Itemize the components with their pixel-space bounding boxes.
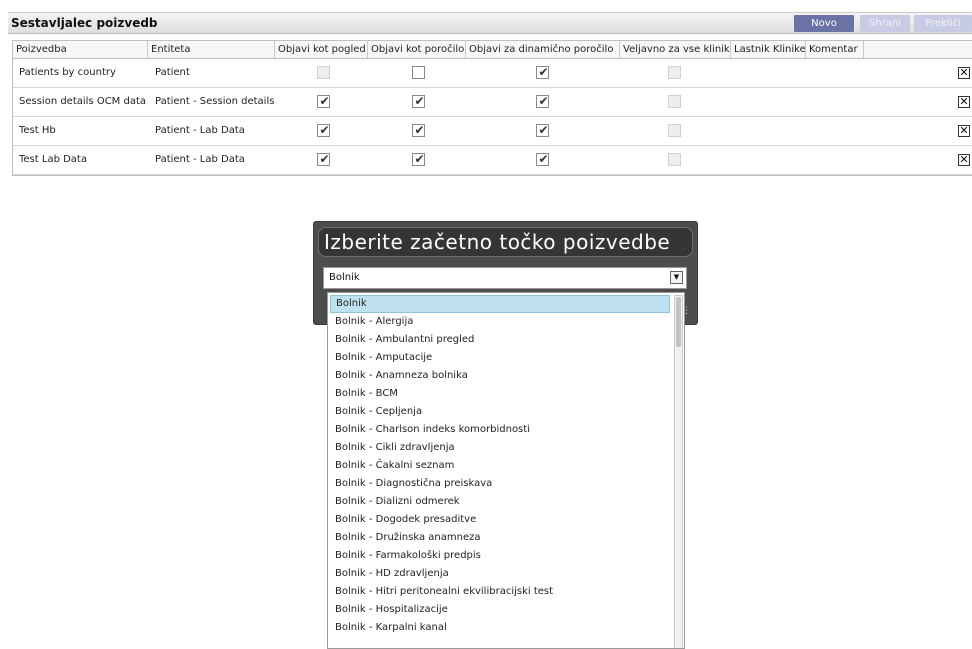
checkbox-all-clinics [668, 66, 681, 79]
query-name-cell[interactable]: Patients by country [19, 59, 116, 87]
column-header-all-clinics[interactable]: Veljavno za vse klinike [620, 41, 731, 58]
delete-row-icon[interactable]: ✕ [958, 125, 970, 137]
dropdown-option[interactable]: Bolnik - Hitri peritonealni ekvilibracij… [330, 583, 670, 601]
checkmark-icon: ✔ [319, 152, 330, 166]
dropdown-scrollbar[interactable] [674, 295, 683, 648]
checkbox-view [317, 66, 330, 79]
entity-cell: Patient - Lab Data [155, 154, 245, 165]
dropdown-option[interactable]: Bolnik - Karpalni kanal [330, 619, 670, 637]
entity-cell: Patient - Session details [155, 96, 275, 107]
save-button[interactable]: Shrani [860, 15, 910, 32]
column-header-comment[interactable]: Komentar [806, 41, 864, 58]
queries-table: Poizvedba Entiteta Objavi kot pogled Obj… [12, 40, 972, 176]
checkbox-report[interactable]: ✔ [412, 123, 425, 137]
dropdown-option[interactable]: Bolnik - Anamneza bolnika [330, 367, 670, 385]
query-name-cell[interactable]: Test Hb [19, 117, 56, 145]
page-header: Sestavljalec poizvedb Novo Shrani Prekli… [8, 12, 972, 34]
column-header-publish-dynamic[interactable]: Objavi za dinamično poročilo [466, 41, 620, 58]
dropdown-option[interactable]: Bolnik - Dogodek presaditve [330, 511, 670, 529]
dropdown-option[interactable]: Bolnik - Ambulantni pregled [330, 331, 670, 349]
checkbox-report[interactable]: ✔ [412, 94, 425, 108]
dropdown-option[interactable]: Bolnik - Hospitalizacije [330, 601, 670, 619]
table-header: Poizvedba Entiteta Objavi kot pogled Obj… [13, 41, 972, 59]
cancel-button[interactable]: Prekliči [914, 15, 972, 32]
entity-cell: Patient - Lab Data [155, 125, 245, 136]
selected-value: Bolnik [329, 272, 360, 283]
checkmark-icon: ✔ [319, 123, 330, 137]
table-row[interactable]: Test Lab Data Patient - Lab Data ✔ ✔ ✔ ✕ [13, 146, 972, 175]
checkbox-dynamic[interactable]: ✔ [536, 94, 549, 108]
page-title: Sestavljalec poizvedb [11, 16, 158, 30]
checkmark-icon: ✔ [414, 123, 425, 137]
checkbox-report[interactable]: ✔ [412, 152, 425, 166]
dropdown-option[interactable]: Bolnik - Čakalni seznam [330, 457, 670, 475]
checkbox-all-clinics [668, 95, 681, 108]
checkmark-icon: ✔ [538, 152, 549, 166]
delete-row-icon[interactable]: ✕ [958, 67, 970, 79]
checkbox-dynamic[interactable]: ✔ [536, 123, 549, 137]
checkbox-view[interactable]: ✔ [317, 123, 330, 137]
checkmark-icon: ✔ [414, 94, 425, 108]
new-button[interactable]: Novo [794, 15, 854, 32]
checkmark-icon: ✔ [319, 94, 330, 108]
column-header-clinic-owner[interactable]: Lastnik Klinike [731, 41, 806, 58]
dropdown-option[interactable]: Bolnik - HD zdravljenja [330, 565, 670, 583]
scrollbar-thumb[interactable] [676, 297, 681, 347]
checkmark-icon: ✔ [414, 152, 425, 166]
query-name-cell[interactable]: Test Lab Data [19, 146, 87, 174]
query-name-cell[interactable]: Session details OCM data [19, 88, 146, 116]
dropdown-option[interactable]: Bolnik - Charlson indeks komorbidnosti [330, 421, 670, 439]
checkbox-all-clinics [668, 153, 681, 166]
checkbox-view[interactable]: ✔ [317, 94, 330, 108]
dropdown-option[interactable]: Bolnik - Družinska anamneza [330, 529, 670, 547]
column-header-publish-view[interactable]: Objavi kot pogled [275, 41, 368, 58]
checkmark-icon: ✔ [538, 65, 549, 79]
dropdown-option[interactable]: Bolnik - BCM [330, 385, 670, 403]
start-point-options: Bolnik Bolnik - Alergija Bolnik - Ambulant… [327, 292, 685, 649]
dropdown-option[interactable]: Bolnik - Dializni odmerek [330, 493, 670, 511]
column-header-entity[interactable]: Entiteta [148, 41, 275, 58]
dropdown-option[interactable]: Bolnik - Cikli zdravljenja [330, 439, 670, 457]
entity-cell: Patient [155, 67, 190, 78]
start-point-select[interactable]: Bolnik ▼ [323, 267, 687, 289]
dialog-title: Izberite začetno točko poizvedbe [318, 227, 693, 257]
dropdown-option[interactable]: Bolnik [330, 295, 670, 313]
dropdown-option[interactable]: Bolnik - Farmakološki predpis [330, 547, 670, 565]
checkmark-icon: ✔ [538, 123, 549, 137]
column-header-query[interactable]: Poizvedba [13, 41, 148, 58]
chevron-down-icon[interactable]: ▼ [670, 271, 683, 284]
dropdown-option[interactable]: Bolnik - Alergija [330, 313, 670, 331]
column-header-publish-report[interactable]: Objavi kot poročilo [368, 41, 466, 58]
table-row[interactable]: Patients by country Patient ✔ ✕ [13, 59, 972, 88]
checkbox-all-clinics [668, 124, 681, 137]
checkbox-dynamic[interactable]: ✔ [536, 65, 549, 79]
table-row[interactable]: Session details OCM data Patient - Sessio… [13, 88, 972, 117]
checkbox-view[interactable]: ✔ [317, 152, 330, 166]
dropdown-option[interactable]: Bolnik - Cepljenja [330, 403, 670, 421]
table-row[interactable]: Test Hb Patient - Lab Data ✔ ✔ ✔ ✕ [13, 117, 972, 146]
delete-row-icon[interactable]: ✕ [958, 154, 970, 166]
checkmark-icon: ✔ [538, 94, 549, 108]
checkbox-dynamic[interactable]: ✔ [536, 152, 549, 166]
dropdown-option[interactable]: Bolnik - Diagnostična preiskava [330, 475, 670, 493]
checkbox-report[interactable] [412, 66, 425, 79]
dropdown-option[interactable]: Bolnik - Amputacije [330, 349, 670, 367]
delete-row-icon[interactable]: ✕ [958, 96, 970, 108]
